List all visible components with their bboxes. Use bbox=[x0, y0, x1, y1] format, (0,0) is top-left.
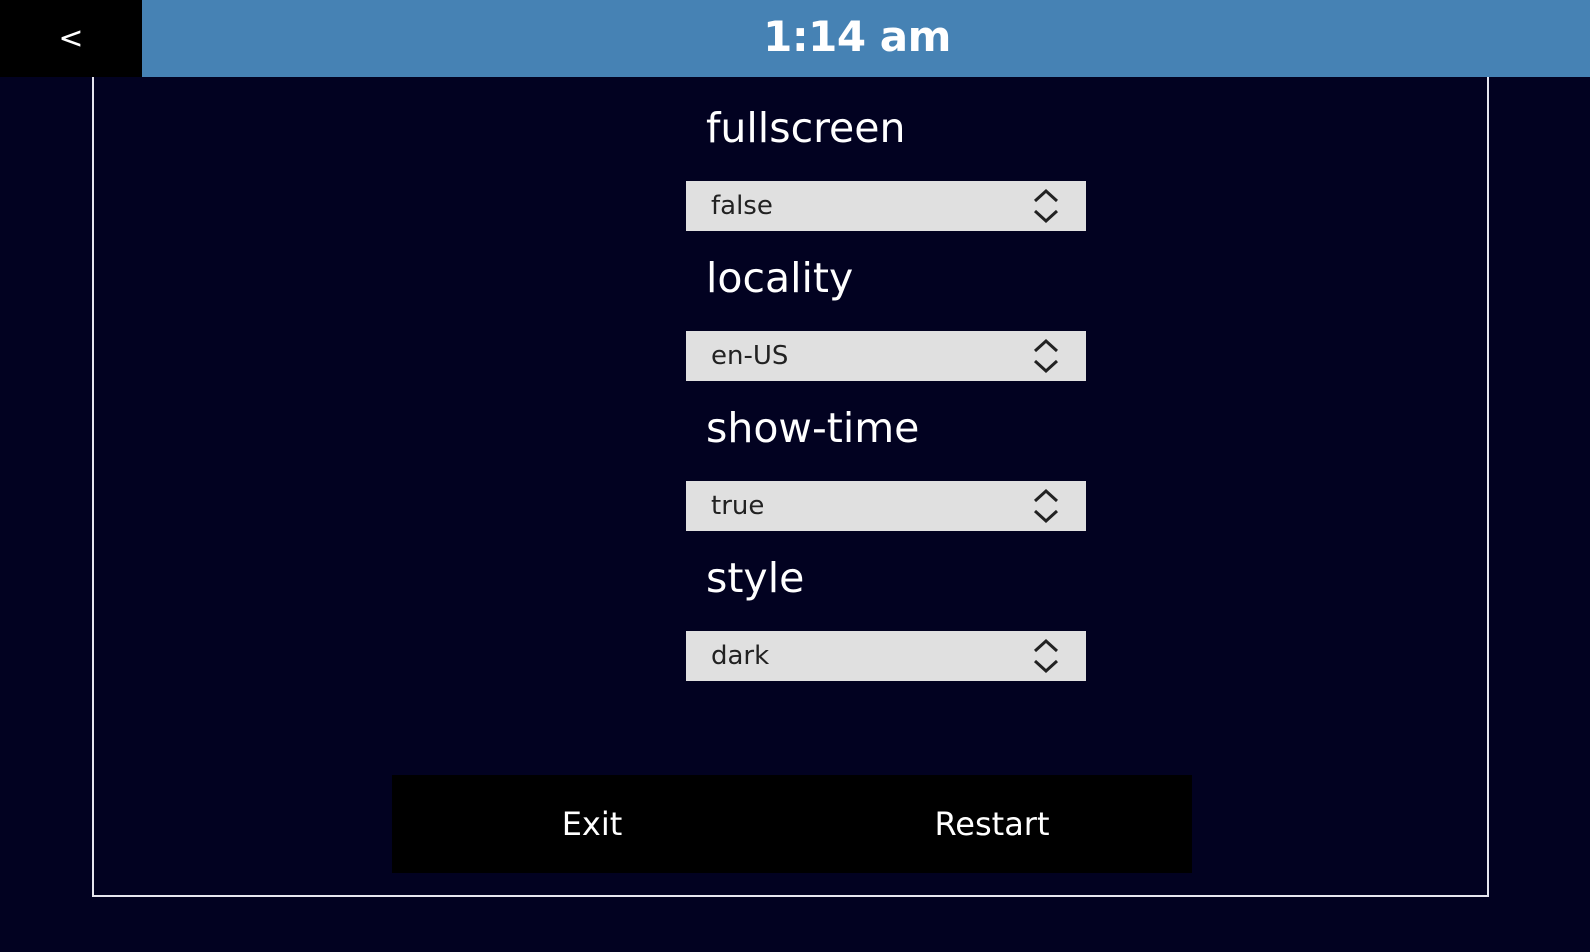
clock: 1:14 am bbox=[763, 11, 951, 61]
setting-label-fullscreen: fullscreen bbox=[706, 104, 906, 152]
up-down-chevron-icon bbox=[1033, 188, 1059, 224]
up-down-chevron-icon bbox=[1033, 338, 1059, 374]
up-down-chevron-icon bbox=[1033, 638, 1059, 674]
setting-label-style: style bbox=[706, 554, 805, 602]
action-button-bar: Exit Restart bbox=[392, 775, 1192, 873]
back-label: < bbox=[58, 21, 84, 56]
settings-screen: < 1:14 am fullscreen false locality en-U… bbox=[0, 0, 1590, 952]
setting-label-show-time: show-time bbox=[706, 404, 920, 452]
up-down-chevron-icon bbox=[1033, 488, 1059, 524]
select-show-time[interactable]: true bbox=[686, 481, 1086, 531]
restart-label: Restart bbox=[934, 805, 1050, 843]
back-button[interactable]: < bbox=[0, 0, 142, 77]
select-locality[interactable]: en-US bbox=[686, 331, 1086, 381]
select-fullscreen[interactable]: false bbox=[686, 181, 1086, 231]
select-style[interactable]: dark bbox=[686, 631, 1086, 681]
select-value: true bbox=[711, 491, 765, 521]
settings-panel: fullscreen false locality en-US show-tim… bbox=[92, 77, 1489, 897]
exit-label: Exit bbox=[561, 805, 623, 843]
select-value: dark bbox=[711, 641, 770, 671]
restart-button[interactable]: Restart bbox=[792, 775, 1192, 873]
exit-button[interactable]: Exit bbox=[392, 775, 792, 873]
setting-label-locality: locality bbox=[706, 254, 854, 302]
header-bar: 1:14 am bbox=[142, 0, 1590, 77]
select-value: false bbox=[711, 191, 773, 221]
select-value: en-US bbox=[711, 341, 789, 371]
